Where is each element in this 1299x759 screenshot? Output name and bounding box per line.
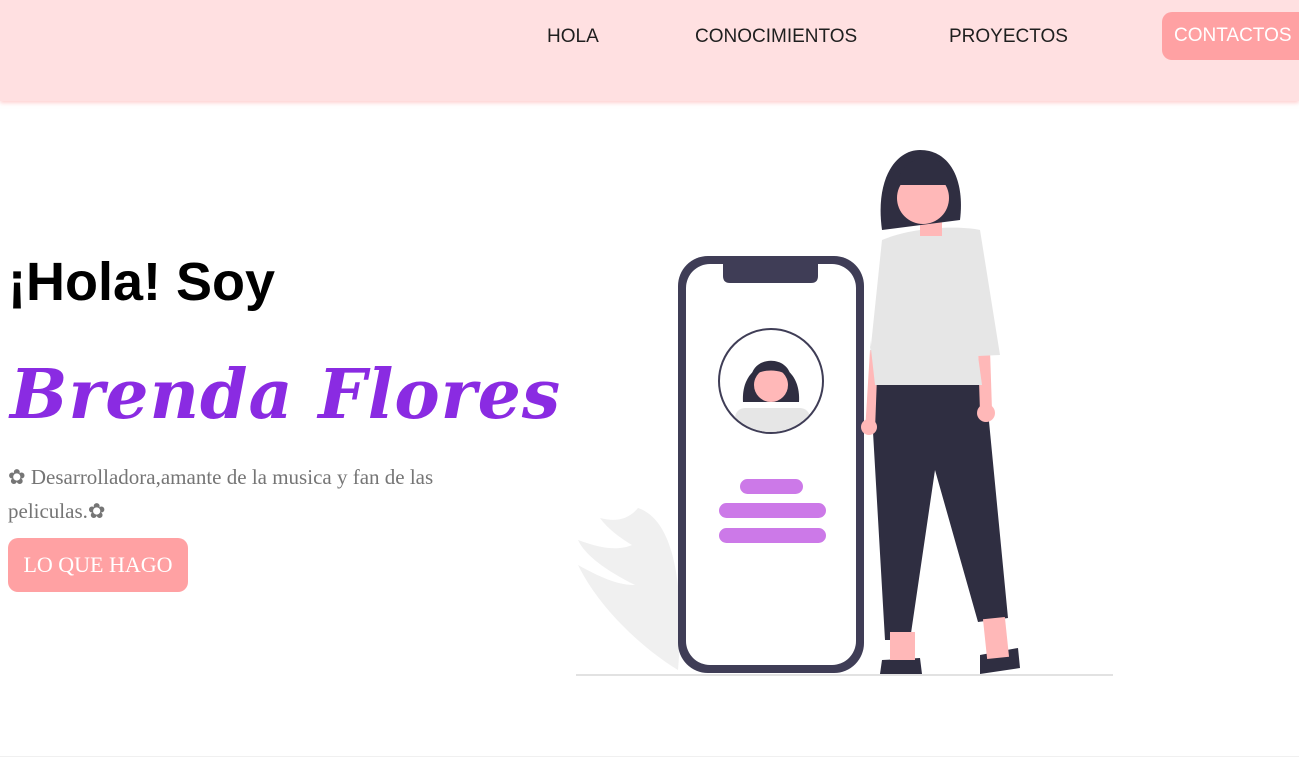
top-navbar: HOLA CONOCIMIENTOS PROYECTOS CONTACTOS <box>0 0 1299 101</box>
nav-contactos-button[interactable]: CONTACTOS <box>1162 12 1299 60</box>
woman-with-phone-illustration <box>576 150 1113 676</box>
phone-icon <box>678 256 864 673</box>
hero-greeting: ¡Hola! Soy <box>8 252 276 312</box>
hero-description: ✿ Desarrolladora,amante de la musica y f… <box>8 465 434 523</box>
woman-figure <box>861 150 1020 674</box>
nav-link-conocimientos[interactable]: CONOCIMIENTOS <box>695 23 857 51</box>
nav-link-proyectos[interactable]: PROYECTOS <box>949 23 1068 51</box>
lo-que-hago-button[interactable]: LO QUE HAGO <box>8 538 188 592</box>
leaf-decoration <box>578 508 681 670</box>
nav-link-hola[interactable]: HOLA <box>547 23 599 51</box>
section-divider <box>0 756 1299 757</box>
hero-name: Brenda Flores <box>10 355 562 435</box>
